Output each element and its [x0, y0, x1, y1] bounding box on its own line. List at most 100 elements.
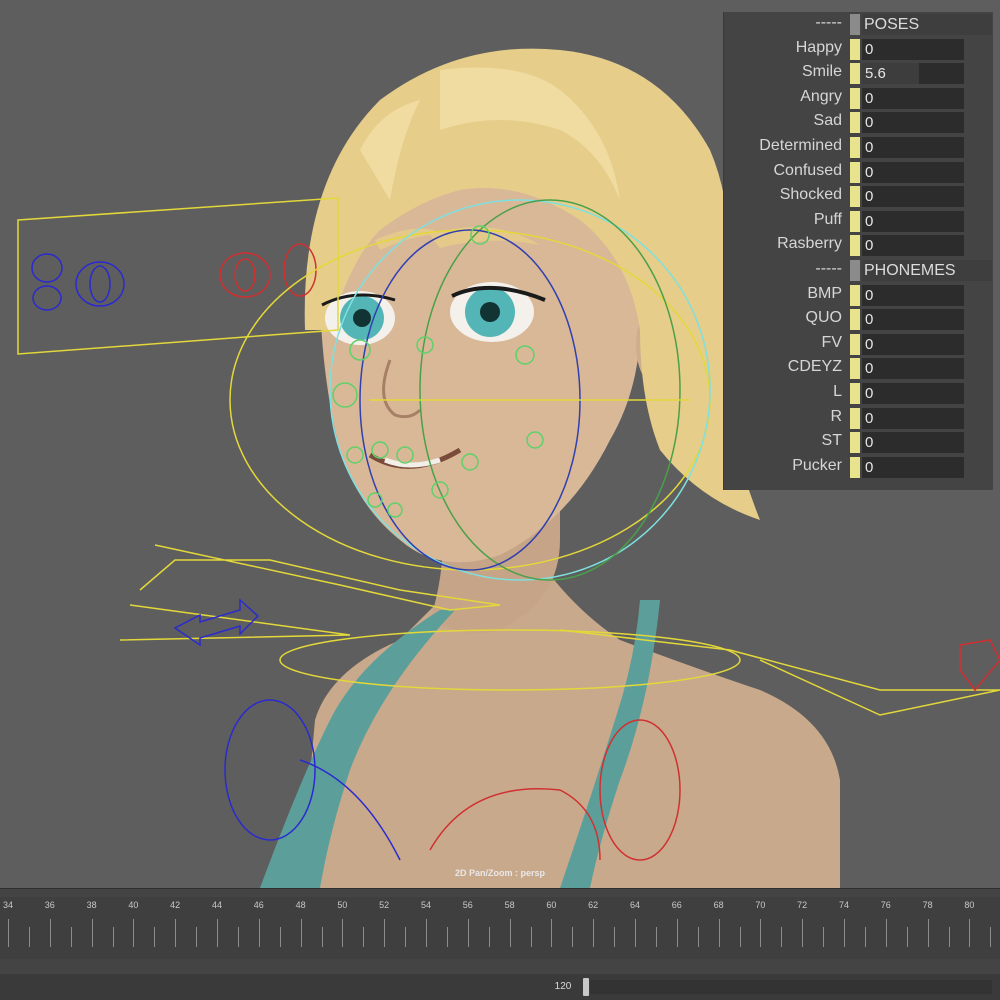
channel-attr-value: 0	[865, 237, 874, 255]
frame-tick-label: 50	[337, 900, 348, 910]
channel-attr-value-field[interactable]: 0	[862, 309, 964, 331]
frame-tick-label: 72	[797, 900, 808, 910]
channel-attr-quo[interactable]: QUO 0	[724, 307, 993, 331]
frame-tick	[49, 919, 51, 947]
channel-attr-label[interactable]: R	[830, 408, 842, 426]
channel-attr-label[interactable]: Happy	[796, 39, 842, 57]
time-slider[interactable]: 34 36 38 40 42 44 46 48 50 52 54 56 58 60 62 64 66 68 70 72…	[0, 888, 1000, 975]
frame-tick-label: 56	[462, 900, 473, 910]
channel-attr-angry[interactable]: Angry 0	[724, 86, 993, 110]
frame-tick	[614, 927, 616, 947]
frame-tick	[844, 919, 845, 947]
channel-attr-value-field[interactable]: 0	[862, 456, 964, 478]
channel-attr-label[interactable]: Pucker	[792, 457, 842, 475]
channel-attr-puff[interactable]: Puff 0	[724, 209, 993, 233]
channel-attr-value-field[interactable]: 0	[862, 112, 964, 134]
channel-attr-label[interactable]: QUO	[806, 309, 842, 327]
channel-attr-label[interactable]: FV	[822, 334, 842, 352]
channel-attr-label[interactable]: ST	[822, 432, 842, 450]
channel-attr-value-field[interactable]: 0	[862, 284, 964, 306]
keyable-swatch	[850, 161, 860, 183]
frame-tick	[760, 919, 762, 947]
channel-attr-confused[interactable]: Confused 0	[724, 160, 993, 184]
channel-attr-l[interactable]: L0	[724, 381, 993, 405]
frame-tick	[237, 927, 239, 947]
range-slider[interactable]: 120	[0, 974, 1000, 1000]
channel-box-panel: ----- POSES Happy 0 Smile 5.6 Angry 0 Sad 0 Determ…	[723, 12, 993, 490]
frame-tick	[28, 927, 30, 947]
frame-tick	[446, 927, 448, 947]
section-swatch	[850, 14, 860, 35]
frame-tick	[676, 919, 678, 947]
range-end-field[interactable]: 120	[548, 979, 578, 995]
channel-attr-smile[interactable]: Smile 5.6	[724, 61, 993, 85]
keyable-swatch	[850, 112, 860, 134]
channel-attr-label[interactable]: BMP	[807, 285, 842, 303]
section-header-phonemes[interactable]: ----- PHONEMES	[724, 258, 993, 282]
frame-tick-label: 44	[211, 900, 223, 910]
frame-tick	[363, 927, 365, 947]
channel-attr-label[interactable]: CDEYZ	[788, 358, 842, 376]
frame-tick	[530, 927, 532, 947]
frame-tick	[196, 927, 198, 947]
channel-attr-value: 0	[865, 311, 874, 329]
frame-tick-label: 68	[713, 900, 724, 910]
channel-attr-label[interactable]: Angry	[800, 88, 842, 106]
frame-tick-label: 54	[420, 900, 432, 910]
channel-attr-cdeyz[interactable]: CDEYZ 0	[724, 356, 993, 380]
channel-attr-bmp[interactable]: BMP 0	[724, 283, 993, 307]
frame-tick-label: 58	[504, 900, 515, 910]
channel-attr-value-field[interactable]: 0	[862, 87, 964, 109]
channel-attr-rasberry[interactable]: Rasberry 0	[724, 233, 993, 257]
frame-tick	[467, 919, 469, 947]
frame-tick-label: 70	[755, 900, 766, 910]
section-header-poses[interactable]: ----- POSES	[724, 12, 993, 36]
channel-attr-st[interactable]: ST 0	[724, 430, 993, 454]
frame-tick-label: 42	[170, 900, 181, 910]
channel-attr-determined[interactable]: Determined 0	[724, 135, 993, 159]
channel-attr-label[interactable]: Smile	[802, 63, 842, 81]
frame-tick-label: 52	[379, 900, 390, 910]
time-ruler[interactable]: 34 36 38 40 42 44 46 48 50 52 54 56 58 60 62 64 66 68 70 72…	[0, 897, 1000, 959]
frame-tick	[718, 919, 720, 947]
frame-tick	[551, 919, 553, 947]
channel-attr-value-field[interactable]: 0	[862, 383, 964, 404]
channel-attr-value-field[interactable]: 0	[862, 235, 964, 257]
frame-tick	[300, 919, 302, 947]
keyable-swatch	[850, 38, 860, 60]
channel-attr-label[interactable]: Sad	[814, 112, 842, 130]
range-slider-handle[interactable]	[583, 978, 589, 996]
keyable-swatch	[850, 432, 860, 454]
keyable-swatch	[850, 309, 860, 331]
channel-attr-label[interactable]: Rasberry	[777, 235, 842, 253]
channel-attr-value: 0	[865, 212, 874, 230]
channel-attr-shocked[interactable]: Shocked 0	[724, 184, 993, 208]
channel-attr-value-field[interactable]: 0	[862, 38, 964, 60]
channel-attr-value-field[interactable]: 0	[862, 137, 964, 158]
channel-attr-label[interactable]: Shocked	[780, 186, 842, 204]
channel-attr-value-field[interactable]: 0	[862, 333, 964, 355]
channel-attr-value-field[interactable]: 0	[862, 432, 964, 454]
channel-attr-value-field[interactable]: 0	[862, 407, 964, 429]
section-divider-label: -----	[815, 14, 842, 31]
channel-attr-label[interactable]: L	[833, 383, 842, 401]
keyable-swatch	[850, 63, 860, 85]
frame-tick	[697, 927, 699, 947]
frame-tick	[384, 919, 386, 947]
frame-tick	[279, 927, 281, 947]
channel-attr-value: 0	[865, 434, 874, 452]
channel-attr-value-field[interactable]: 0	[862, 186, 964, 208]
channel-attr-value-field[interactable]: 0	[862, 161, 964, 183]
channel-attr-label[interactable]: Confused	[774, 162, 843, 180]
channel-attr-pucker[interactable]: Pucker 0	[724, 455, 993, 479]
channel-attr-value-field[interactable]: 0	[862, 210, 964, 232]
channel-attr-value-field[interactable]: 0	[862, 358, 964, 380]
channel-attr-r[interactable]: R0	[724, 406, 993, 430]
range-slider-track[interactable]	[590, 980, 992, 994]
channel-attr-label[interactable]: Determined	[759, 137, 842, 155]
channel-attr-fv[interactable]: FV 0	[724, 332, 993, 356]
channel-attr-sad[interactable]: Sad 0	[724, 110, 993, 134]
channel-attr-value-field[interactable]: 5.6	[862, 63, 964, 85]
channel-attr-happy[interactable]: Happy 0	[724, 37, 993, 61]
channel-attr-label[interactable]: Puff	[814, 211, 842, 229]
